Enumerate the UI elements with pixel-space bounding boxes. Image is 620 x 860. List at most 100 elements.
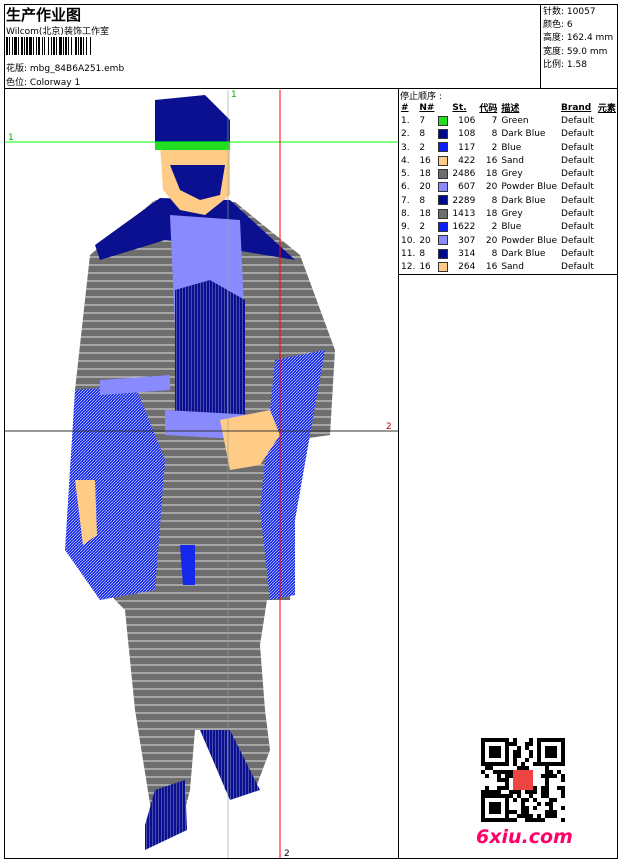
- color-swatch-box: [438, 142, 449, 153]
- cell-brand: Default: [561, 115, 594, 126]
- cell-element: [596, 114, 618, 127]
- color-swatch: [436, 114, 450, 127]
- cell-element: [596, 141, 618, 154]
- cell-element: [596, 221, 618, 234]
- table-row: 5. 18 2486 18 Grey Default: [399, 167, 618, 180]
- color-swatch: [436, 207, 450, 220]
- figure: [65, 95, 335, 850]
- company-name: Wilcom(北京)装饰工作室: [6, 27, 109, 37]
- color-swatch: [436, 261, 450, 274]
- cell-n: 18: [419, 209, 431, 220]
- cell-desc: Powder Blue: [501, 182, 558, 193]
- guide-label-v1: 1: [231, 90, 237, 100]
- column-header: Brand: [561, 102, 592, 113]
- table-row: 3. 2 117 2 Blue Default: [399, 141, 618, 154]
- stat-1: 颜色: 6: [543, 20, 573, 31]
- stat-label: 比例: [543, 59, 562, 70]
- cell-desc: Green: [501, 115, 529, 126]
- cell-code: 16: [485, 155, 498, 166]
- cell-brand: Default: [561, 182, 594, 193]
- cell-code: 2: [491, 142, 498, 153]
- color-swatch-box: [438, 115, 449, 126]
- column-header: [436, 101, 450, 114]
- cell-st: 1622: [452, 222, 476, 233]
- stat-3: 宽度: 59.0 mm: [543, 46, 608, 57]
- barcode: [6, 37, 164, 55]
- cell-idx: 2.: [401, 129, 410, 140]
- stat-value: 1.58: [566, 59, 587, 70]
- cell-code: 20: [485, 182, 498, 193]
- cell-code: 18: [485, 209, 498, 220]
- stat-label: 针数: [543, 7, 562, 17]
- cell-idx: 11.: [401, 248, 416, 259]
- cell-idx: 5.: [401, 169, 410, 180]
- column-header: 代码: [479, 104, 498, 115]
- table-row: 1. 7 106 7 Green Default: [399, 114, 618, 127]
- cell-element: [596, 247, 618, 260]
- cell-brand: Default: [561, 248, 594, 259]
- cell-desc: Blue: [501, 142, 522, 153]
- color-swatch: [436, 154, 450, 167]
- color-swatch-box: [438, 195, 449, 206]
- cell-n: 20: [419, 235, 431, 246]
- cell-desc: Sand: [501, 262, 524, 273]
- color-swatch: [436, 234, 450, 247]
- divider: [398, 274, 618, 275]
- cell-element: [596, 128, 618, 141]
- table-row: 8. 18 1413 18 Grey Default: [399, 207, 618, 220]
- cell-n: 7: [419, 115, 426, 126]
- cell-code: 8: [491, 195, 498, 206]
- qr-code: [481, 738, 565, 822]
- stops-table: # N# St. 代码 描述 Brand 元素 1. 7 106 7 Green Default 2. 8 1…: [399, 101, 618, 274]
- table-row: 4. 16 422 16 Sand Default: [399, 154, 618, 167]
- cell-idx: 9.: [401, 222, 410, 233]
- color-swatch: [436, 247, 450, 260]
- color-swatch-box: [438, 208, 449, 219]
- cell-st: 307: [458, 235, 476, 246]
- cell-idx: 6.: [401, 182, 410, 193]
- color-swatch-box: [438, 248, 449, 259]
- color-swatch-box: [438, 261, 449, 272]
- cell-desc: Sand: [501, 155, 524, 166]
- stat-0: 针数: 10057: [543, 7, 596, 17]
- page-title: 生产作业图: [6, 6, 82, 24]
- color-swatch-box: [438, 235, 449, 246]
- cell-brand: Default: [561, 209, 594, 220]
- watermark: 6xiu.com: [476, 826, 573, 848]
- color-swatch: [436, 128, 450, 141]
- guide-label-h1: 1: [8, 133, 14, 143]
- colorway: 色位: Colorway 1: [6, 78, 81, 88]
- cell-n: 16: [419, 155, 431, 166]
- cell-st: 422: [458, 155, 476, 166]
- cell-idx: 3.: [401, 142, 410, 153]
- guide-label-v2: 2: [284, 849, 290, 858]
- stat-2: 高度: 162.4 mm: [543, 33, 614, 44]
- cell-idx: 8.: [401, 209, 410, 220]
- cell-n: 8: [419, 248, 426, 259]
- guide-label-h2: 2: [386, 422, 392, 432]
- cell-st: 264: [458, 262, 476, 273]
- cell-desc: Powder Blue: [501, 235, 558, 246]
- table-row: 11. 8 314 8 Dark Blue Default: [399, 247, 618, 260]
- cell-brand: Default: [561, 142, 594, 153]
- cell-element: [596, 154, 618, 167]
- stat-value: 10057: [566, 7, 596, 17]
- cell-element: [596, 207, 618, 220]
- cell-st: 314: [458, 248, 476, 259]
- column-header: 描述: [501, 104, 520, 115]
- hair: [155, 95, 230, 145]
- cell-desc: Grey: [501, 169, 523, 180]
- shirt: [175, 280, 245, 420]
- color-swatch: [436, 167, 450, 180]
- cell-st: 2486: [452, 169, 476, 180]
- cell-n: 20: [419, 182, 431, 193]
- table-row: 2. 8 108 8 Dark Blue Default: [399, 128, 618, 141]
- color-swatch: [436, 141, 450, 154]
- cell-code: 2: [491, 222, 498, 233]
- stat-value: 162.4 mm: [566, 33, 614, 44]
- cell-n: 2: [419, 222, 426, 233]
- cell-code: 7: [491, 115, 498, 126]
- stat-label: 宽度: [543, 46, 562, 57]
- cell-desc: Dark Blue: [501, 248, 546, 259]
- glasses: [155, 142, 230, 150]
